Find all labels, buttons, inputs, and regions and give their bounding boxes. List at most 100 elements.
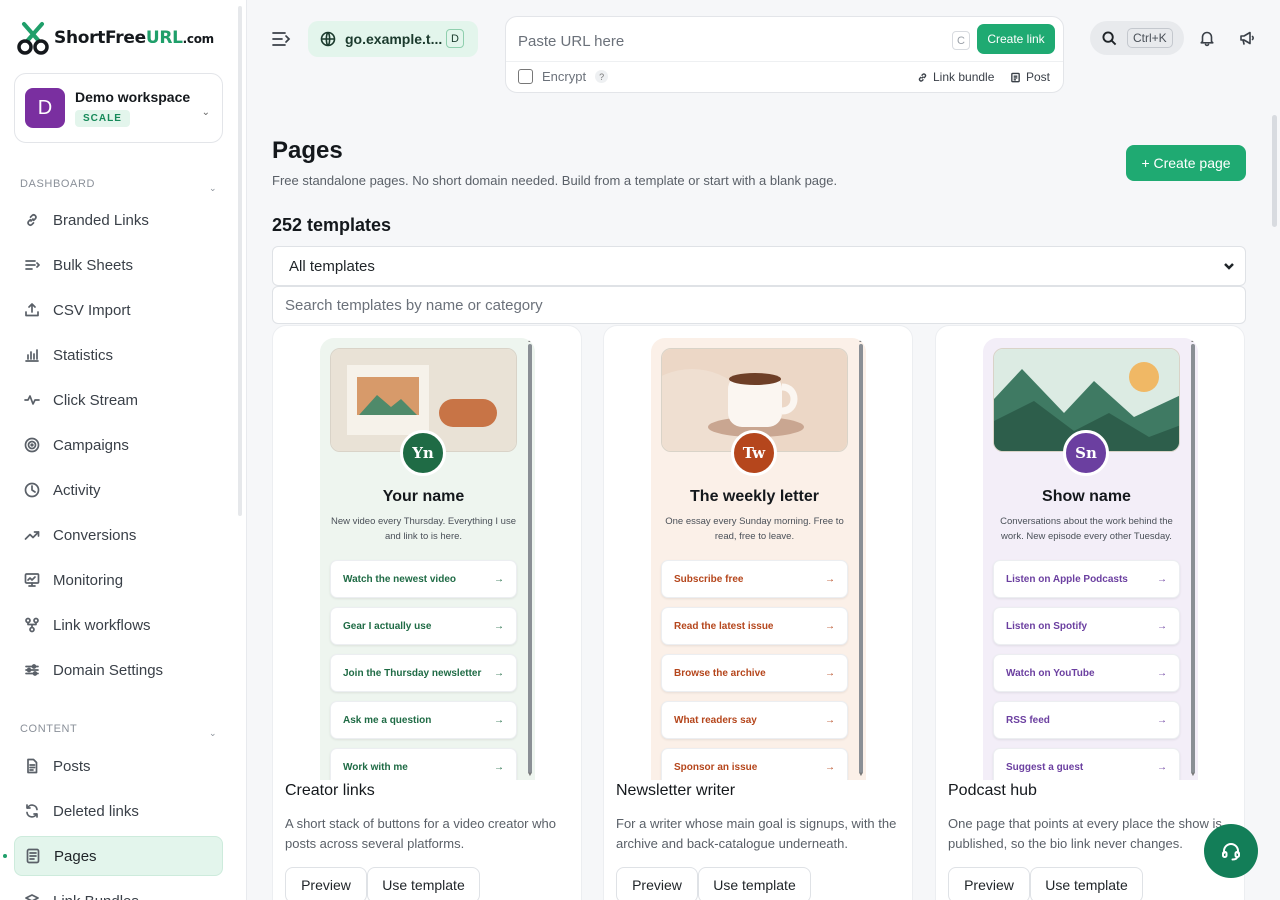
arrow-right-icon: → [825,573,835,585]
chevron-down-icon: ⌄ [201,107,210,118]
link-bundle-button[interactable]: Link bundle [917,70,994,84]
template-preview[interactable]: Tw The weekly letter One essay every Sunda… [651,338,866,780]
template-card[interactable]: Yn Your name New video every Thursday. Eve… [272,325,582,900]
scroll-down-icon[interactable]: ▼ [527,772,533,778]
encrypt-option[interactable]: Encrypt ? [518,69,609,84]
list-icon [25,260,40,270]
brand-logo[interactable]: ShortFreeURL.com [16,20,214,56]
arrow-right-icon: → [1157,761,1167,773]
plan-badge: SCALE [75,110,130,127]
preview-scrollbar[interactable] [859,344,863,774]
global-search-button[interactable]: Ctrl+K [1090,21,1184,55]
use-template-button[interactable]: Use template [1030,867,1143,900]
help-icon[interactable]: ? [595,70,609,83]
preview-link-button: What readers say → [661,701,848,739]
encrypt-checkbox[interactable] [518,69,533,84]
scroll-up-icon[interactable]: ▲ [858,338,864,344]
sidebar-item-statistics[interactable]: Statistics [14,335,223,375]
sidebar-item-posts[interactable]: Posts [14,746,223,786]
sidebar-scrollbar[interactable] [238,6,242,516]
sidebar: ShortFreeURL.com D Demo workspace SCALE … [0,0,247,900]
preview-link-button: RSS feed → [993,701,1180,739]
sidebar-item-csv-import[interactable]: CSV Import [14,290,223,330]
sidebar-item-link-workflows[interactable]: Link workflows [14,605,223,645]
menu-toggle-icon[interactable] [271,30,291,48]
sidebar-item-activity[interactable]: Activity [14,470,223,510]
use-template-button[interactable]: Use template [698,867,811,900]
template-preview[interactable]: Sn Show name Conversations about the work … [983,338,1198,780]
create-link-button[interactable]: Create link [977,24,1055,54]
scroll-up-icon[interactable]: ▲ [1190,338,1196,344]
page-subtitle: Free standalone pages. No short domain n… [272,173,838,188]
preview-button[interactable]: Preview [285,867,367,900]
template-preview[interactable]: Yn Your name New video every Thursday. Eve… [320,338,535,780]
arrow-right-icon: → [825,620,835,632]
post-button[interactable]: Post [1010,70,1050,84]
sidebar-item-label: Deleted links [53,802,139,820]
sidebar-item-monitoring[interactable]: Monitoring [14,560,223,600]
preview-link-button: Listen on Spotify → [993,607,1180,645]
document-icon [27,758,38,774]
use-template-button[interactable]: Use template [367,867,480,900]
chevron-down-icon[interactable]: ⌄ [209,728,217,739]
scroll-up-icon[interactable]: ▲ [527,338,533,344]
template-description: A short stack of buttons for a video cre… [285,816,556,851]
workspace-switcher[interactable]: D Demo workspace SCALE ⌄ [14,73,223,143]
search-shortcut: Ctrl+K [1127,28,1173,48]
workflow-icon [25,617,39,633]
preview-title: Your name [382,488,465,505]
sidebar-item-pages[interactable]: Pages [14,836,223,876]
domain-name: go.example.t... [345,31,443,47]
sidebar-item-bulk-sheets[interactable]: Bulk Sheets [14,245,223,285]
sidebar-item-click-stream[interactable]: Click Stream [14,380,223,420]
megaphone-icon[interactable] [1238,29,1256,47]
sidebar-item-conversions[interactable]: Conversions [14,515,223,555]
workspace-name: Demo workspace [75,89,191,105]
bell-icon[interactable] [1198,29,1216,47]
preview-link-button: Subscribe free → [661,560,848,598]
chevron-down-icon[interactable]: ⌄ [209,183,217,194]
preview-scrollbar[interactable] [528,344,532,774]
preview-button[interactable]: Preview [616,867,698,900]
clock-icon [24,482,40,498]
sidebar-item-domain-settings[interactable]: Domain Settings [14,650,223,690]
template-filter-select[interactable]: All templates [272,246,1246,286]
preview-button[interactable]: Preview [948,867,1030,900]
headset-icon [1222,843,1240,861]
sidebar-item-campaigns[interactable]: Campaigns [14,425,223,465]
template-description: For a writer whose main goal is signups,… [616,816,897,851]
globe-icon [320,31,336,47]
arrow-right-icon: → [1157,714,1167,726]
sidebar-item-label: Activity [53,481,101,499]
preview-description: Conversations about the work behind the … [1000,516,1173,542]
scroll-down-icon[interactable]: ▼ [858,772,864,778]
sidebar-item-label: Click Stream [53,391,139,409]
arrow-right-icon: → [825,667,835,679]
template-card[interactable]: Tw The weekly letter One essay every Sunda… [603,325,913,900]
create-page-button[interactable]: + Create page [1126,145,1246,181]
sidebar-item-branded-links[interactable]: Branded Links [14,200,223,240]
scroll-down-icon[interactable]: ▼ [1190,772,1196,778]
preview-scrollbar[interactable] [1191,344,1195,774]
arrow-right-icon: → [494,761,504,773]
preview-avatar: Sn [1063,430,1109,476]
sidebar-item-label: CSV Import [53,301,131,319]
sidebar-item-deleted-links[interactable]: Deleted links [14,791,223,831]
domain-selector[interactable]: go.example.t... D [308,21,478,57]
template-search-input[interactable] [272,286,1246,324]
active-indicator [3,854,7,858]
template-count: 252 templates [272,215,392,235]
upload-icon [25,303,39,317]
preview-link-button: Work with me → [330,748,517,780]
sidebar-item-link-bundles[interactable]: Link Bundles [14,881,223,900]
arrow-right-icon: → [1157,573,1167,585]
sidebar-item-label: Monitoring [53,571,124,589]
preview-link-button: Listen on Apple Podcasts → [993,560,1180,598]
template-card[interactable]: Sn Show name Conversations about the work … [935,325,1245,900]
arrow-right-icon: → [494,714,504,726]
url-input[interactable] [518,29,938,53]
main-scrollbar[interactable] [1272,115,1277,227]
preview-link-button: Gear I actually use → [330,607,517,645]
arrow-right-icon: → [1157,620,1167,632]
help-chat-button[interactable] [1204,824,1258,878]
